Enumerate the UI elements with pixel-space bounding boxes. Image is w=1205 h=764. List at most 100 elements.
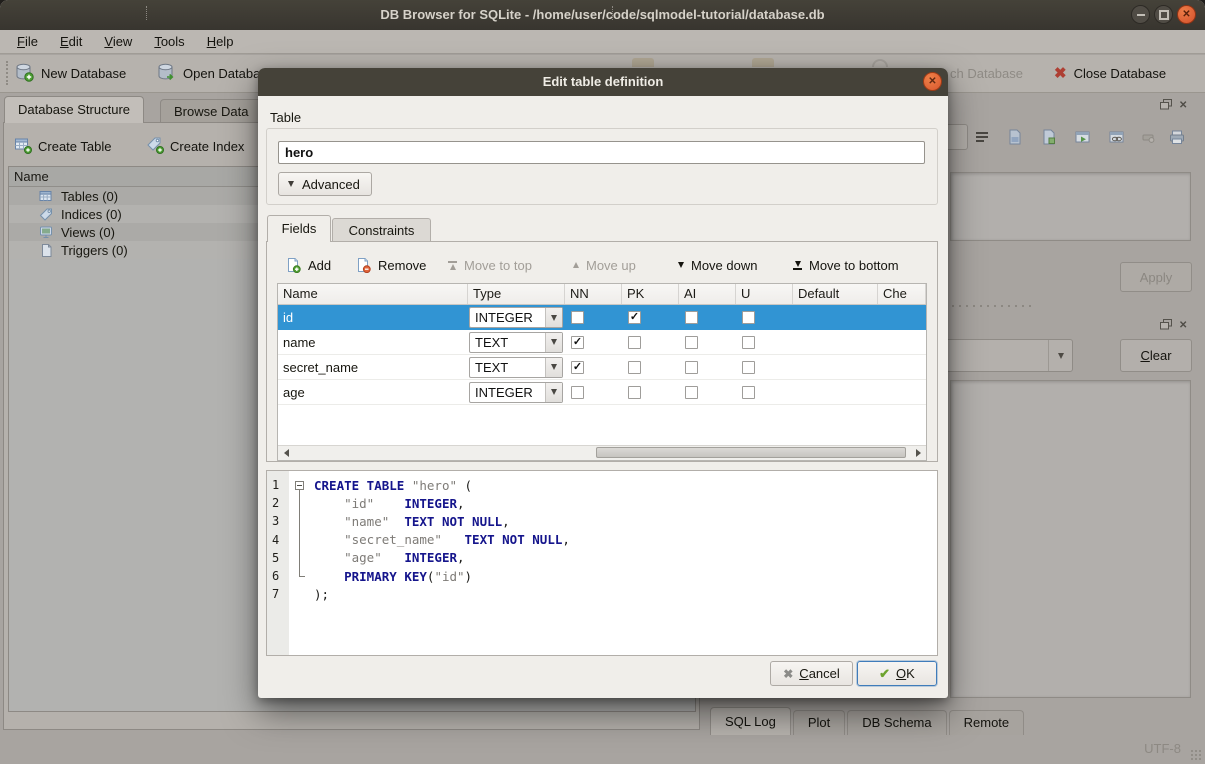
tab-constraints[interactable]: Constraints: [332, 218, 431, 242]
resize-grip[interactable]: [1190, 749, 1202, 761]
scrollbar-thumb[interactable]: [596, 447, 906, 458]
tab-database-structure[interactable]: Database Structure: [4, 96, 144, 123]
field-default-cell[interactable]: [793, 305, 878, 330]
remove-button[interactable]: Remove: [355, 254, 426, 276]
checkbox-pk[interactable]: ✓: [628, 311, 641, 324]
tab-fields[interactable]: Fields: [267, 215, 331, 242]
menu-tools[interactable]: Tools: [143, 32, 195, 51]
print-icon[interactable]: [1166, 126, 1188, 148]
dialog-close-icon[interactable]: [923, 72, 942, 91]
column-header-nn[interactable]: NN: [565, 284, 622, 304]
add-button[interactable]: Add: [285, 254, 331, 276]
dock-splitter[interactable]: [952, 305, 1032, 307]
toolbar-drag-handle[interactable]: [6, 61, 8, 85]
column-header-default[interactable]: Default: [793, 284, 878, 304]
column-header-pk[interactable]: PK: [622, 284, 679, 304]
column-header-u[interactable]: U: [736, 284, 793, 304]
field-check-cell[interactable]: [878, 380, 926, 404]
advanced-button[interactable]: Advanced: [278, 172, 372, 196]
tab-sql-log[interactable]: SQL Log: [710, 707, 791, 735]
checkbox-nn[interactable]: ✓: [571, 336, 584, 349]
tab-remote[interactable]: Remote: [949, 710, 1025, 735]
link-cell-icon[interactable]: [1106, 126, 1128, 148]
checkbox-u[interactable]: [742, 386, 755, 399]
checkbox-pk[interactable]: [628, 336, 641, 349]
ok-button[interactable]: ✔ OK: [857, 661, 937, 686]
field-check-cell[interactable]: [878, 330, 926, 354]
sql-log-textarea[interactable]: [950, 380, 1191, 698]
type-combo[interactable]: INTEGER: [469, 382, 563, 403]
field-row[interactable]: secret_nameTEXT ✓: [278, 355, 926, 380]
chevron-down-icon[interactable]: [545, 383, 562, 402]
field-name-cell[interactable]: age: [278, 380, 468, 404]
field-row[interactable]: nameTEXT✓: [278, 330, 926, 355]
type-combo[interactable]: INTEGER: [469, 307, 563, 328]
menu-view[interactable]: View: [93, 32, 143, 51]
tab-plot[interactable]: Plot: [793, 710, 845, 735]
menu-edit[interactable]: Edit: [49, 32, 93, 51]
dock-float-icon[interactable]: [1160, 318, 1172, 333]
dialog-titlebar[interactable]: Edit table definition: [258, 68, 948, 96]
column-header-name[interactable]: Name: [278, 284, 468, 304]
checkbox-ai[interactable]: [685, 361, 698, 374]
sql-preview[interactable]: 1CREATE TABLE "hero" (2 "id" INTEGER,3 "…: [266, 470, 938, 656]
scrollbar-track[interactable]: [294, 446, 910, 460]
checkbox-u[interactable]: [742, 311, 755, 324]
field-name-cell[interactable]: name: [278, 330, 468, 354]
cell-editor-textarea[interactable]: [950, 172, 1191, 241]
checkbox-u[interactable]: [742, 361, 755, 374]
checkbox-ai[interactable]: [685, 311, 698, 324]
type-combo[interactable]: TEXT: [469, 357, 563, 378]
maximize-icon[interactable]: [1154, 5, 1173, 24]
import-data-icon[interactable]: [1004, 126, 1026, 148]
create-table-button[interactable]: Create Table: [14, 134, 111, 158]
field-default-cell[interactable]: [793, 380, 878, 404]
column-header-ai[interactable]: AI: [679, 284, 736, 304]
checkbox-ai[interactable]: [685, 386, 698, 399]
menu-help[interactable]: Help: [196, 32, 245, 51]
field-name-cell[interactable]: secret_name: [278, 355, 468, 379]
horizontal-scrollbar[interactable]: [278, 445, 926, 460]
move-down-button[interactable]: Move down: [678, 254, 757, 276]
field-row[interactable]: idINTEGER ✓: [278, 305, 926, 330]
tab-db-schema[interactable]: DB Schema: [847, 710, 946, 735]
column-header-type[interactable]: Type: [468, 284, 565, 304]
column-header-che[interactable]: Che: [878, 284, 926, 304]
field-row[interactable]: ageINTEGER: [278, 380, 926, 405]
checkbox-pk[interactable]: [628, 361, 641, 374]
checkbox-ai[interactable]: [685, 336, 698, 349]
checkbox-nn[interactable]: [571, 311, 584, 324]
open-database-button[interactable]: Open Database: [156, 60, 274, 86]
close-database-button[interactable]: ✖ Close Database: [1054, 60, 1166, 86]
dock-close-icon[interactable]: ✕: [1179, 101, 1187, 111]
field-default-cell[interactable]: [793, 330, 878, 354]
fold-marker[interactable]: [289, 476, 309, 494]
table-name-input[interactable]: [278, 141, 925, 164]
chevron-down-icon[interactable]: [545, 358, 562, 377]
menu-file[interactable]: File: [6, 32, 49, 51]
clear-log-button[interactable]: Clear: [1120, 339, 1192, 372]
scroll-right-icon[interactable]: [910, 446, 926, 460]
cancel-button[interactable]: ✖ Cancel: [770, 661, 853, 686]
chevron-down-icon[interactable]: [545, 308, 562, 327]
field-name-cell[interactable]: id: [278, 305, 468, 330]
chevron-down-icon[interactable]: [545, 333, 562, 352]
dock-close-icon[interactable]: ✕: [1179, 321, 1187, 331]
checkbox-pk[interactable]: [628, 386, 641, 399]
dock-float-icon[interactable]: [1160, 98, 1172, 113]
field-default-cell[interactable]: [793, 355, 878, 379]
move-to-bottom-button[interactable]: Move to bottom: [793, 254, 899, 276]
create-index-button[interactable]: Create Index: [146, 134, 244, 158]
new-database-button[interactable]: New Database: [14, 60, 126, 86]
tab-browse-data[interactable]: Browse Data: [160, 99, 262, 123]
sql-log-filter-combo[interactable]: [930, 339, 1073, 372]
checkbox-u[interactable]: [742, 336, 755, 349]
field-check-cell[interactable]: [878, 355, 926, 379]
field-check-cell[interactable]: [878, 305, 926, 330]
checkbox-nn[interactable]: ✓: [571, 361, 584, 374]
open-external-icon[interactable]: [1072, 126, 1094, 148]
checkbox-nn[interactable]: [571, 386, 584, 399]
export-data-icon[interactable]: [1038, 126, 1060, 148]
scroll-left-icon[interactable]: [278, 446, 294, 460]
minimize-icon[interactable]: [1131, 5, 1150, 24]
